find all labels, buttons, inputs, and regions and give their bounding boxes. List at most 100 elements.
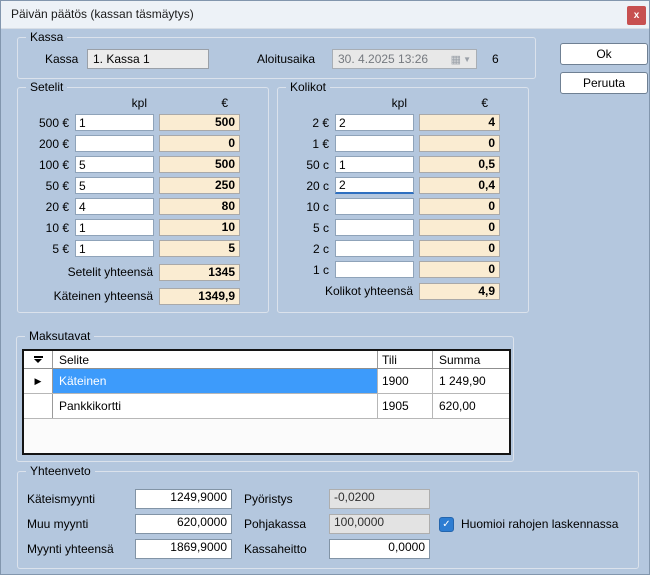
denomination-label: 1 c (282, 263, 335, 277)
huomioi-checkbox[interactable]: ✓ (439, 517, 454, 532)
filter-icon (34, 359, 42, 363)
cell-tili[interactable]: 1905 (378, 394, 433, 418)
window-title: Päivän päätös (kassan täsmäytys) (11, 1, 194, 28)
setelit-body: kpl € 500 € 500 200 € 0 100 € 500 50 € (22, 96, 264, 305)
kolikot-group: Kolikot kpl € 2 € 4 1 € 0 50 c 0,5 (277, 87, 529, 313)
kassa-field: 1. Kassa 1 (87, 49, 209, 69)
denomination-row: 10 c 0 (282, 198, 524, 215)
pohjakassa-label: Pohjakassa (244, 517, 329, 531)
kolikot-total-row: Kolikot yhteensä 4,9 (282, 282, 524, 300)
denomination-label: 5 c (282, 221, 335, 235)
amount-field: 0,5 (419, 156, 500, 173)
column-header-tili[interactable]: Tili (378, 351, 433, 368)
cash-total-row: Käteinen yhteensä 1349,9 (22, 287, 264, 305)
column-header-selite[interactable]: Selite (53, 351, 378, 368)
kolikot-body: kpl € 2 € 4 1 € 0 50 c 0,5 20 c 0,4 (282, 96, 524, 300)
summary-row: Myynti yhteensä 1869,9000 Kassaheitto 0,… (27, 539, 632, 559)
eur-column-header: € (154, 96, 235, 112)
denomination-row: 1 c 0 (282, 261, 524, 278)
row-selector-cell: ▶ (24, 369, 53, 393)
aloitusaika-field: 30. 4.2025 13:26 ▦ ▼ (332, 49, 477, 69)
setelit-total-field: 1345 (159, 264, 240, 281)
denomination-row: 1 € 0 (282, 135, 524, 152)
dialog-window: Päivän päätös (kassan täsmäytys) x Kassa… (0, 0, 650, 575)
amount-field: 0 (419, 135, 500, 152)
count-input-2c[interactable] (335, 240, 414, 257)
denomination-row: 5 € 5 (22, 240, 264, 257)
count-input-50e[interactable] (75, 177, 154, 194)
kassaheitto-label: Kassaheitto (244, 542, 329, 556)
count-input-5e[interactable] (75, 240, 154, 257)
amount-field: 80 (159, 198, 240, 215)
cell-selite[interactable]: Pankkikortti (53, 394, 378, 418)
count-input-100e[interactable] (75, 156, 154, 173)
muu-myynti-field[interactable]: 620,0000 (135, 514, 232, 534)
setelit-total-row: Setelit yhteensä 1345 (22, 263, 264, 281)
amount-field: 500 (159, 114, 240, 131)
denomination-row: 5 c 0 (282, 219, 524, 236)
cell-summa[interactable]: 620,00 (433, 394, 509, 418)
column-header-summa[interactable]: Summa (433, 351, 509, 368)
cell-tili[interactable]: 1900 (378, 369, 433, 393)
denomination-row: 200 € 0 (22, 135, 264, 152)
setelit-group-label: Setelit (26, 80, 67, 95)
amount-field: 0 (419, 219, 500, 236)
eur-column-header: € (414, 96, 495, 112)
count-input-1e[interactable] (335, 135, 414, 152)
table-row[interactable]: ▶ Käteinen 1900 1 249,90 (24, 369, 509, 394)
count-input-20c[interactable] (335, 177, 414, 194)
grid-header-selector[interactable] (24, 351, 53, 368)
denomination-row: 20 c 0,4 (282, 177, 524, 194)
close-icon[interactable]: x (627, 6, 646, 25)
myynti-yhteensa-field[interactable]: 1869,9000 (135, 539, 232, 559)
count-input-50c[interactable] (335, 156, 414, 173)
denomination-label: 2 c (282, 242, 335, 256)
denomination-label: 20 € (22, 200, 75, 214)
ok-button[interactable]: Ok (560, 43, 648, 65)
kassa-label: Kassa (45, 52, 87, 66)
amount-field: 10 (159, 219, 240, 236)
denomination-label: 50 c (282, 158, 335, 172)
amount-field: 0 (419, 198, 500, 215)
cash-total-label: Käteinen yhteensä (22, 289, 159, 303)
amount-field: 0 (419, 240, 500, 257)
denomination-label: 20 c (282, 179, 335, 193)
chevron-down-icon: ▼ (463, 55, 471, 64)
denomination-label: 1 € (282, 137, 335, 151)
kateismyynti-label: Käteismyynti (27, 492, 135, 506)
pyoristys-label: Pyöristys (244, 492, 329, 506)
denomination-row: 10 € 10 (22, 219, 264, 236)
kateismyynti-field[interactable]: 1249,9000 (135, 489, 232, 509)
pyoristys-field: -0,0200 (329, 489, 430, 509)
count-input-1c[interactable] (335, 261, 414, 278)
calendar-icon: ▦ (451, 53, 461, 66)
cancel-button[interactable]: Peruuta (560, 72, 648, 94)
grid-header-row: Selite Tili Summa (24, 351, 509, 369)
kolikot-header: kpl € (282, 96, 524, 112)
row-selector-cell (24, 394, 53, 418)
amount-field: 5 (159, 240, 240, 257)
row-marker-icon: ▶ (35, 376, 42, 387)
denomination-row: 500 € 500 (22, 114, 264, 131)
payment-methods-grid: Selite Tili Summa ▶ Käteinen 1900 1 249,… (22, 349, 511, 455)
table-row[interactable]: Pankkikortti 1905 620,00 (24, 394, 509, 419)
kassa-group: Kassa Kassa 1. Kassa 1 Aloitusaika 30. 4… (17, 37, 536, 79)
denomination-label: 100 € (22, 158, 75, 172)
count-input-2e[interactable] (335, 114, 414, 131)
setelit-group: Setelit kpl € 500 € 500 200 € 0 100 € 50… (17, 87, 269, 313)
count-input-10e[interactable] (75, 219, 154, 236)
denomination-label: 200 € (22, 137, 75, 151)
count-input-5c[interactable] (335, 219, 414, 236)
denomination-label: 2 € (282, 116, 335, 130)
kassaheitto-field[interactable]: 0,0000 (329, 539, 430, 559)
count-input-20e[interactable] (75, 198, 154, 215)
count-input-10c[interactable] (335, 198, 414, 215)
count-input-500e[interactable] (75, 114, 154, 131)
count-input-200e[interactable] (75, 135, 154, 152)
denomination-label: 10 c (282, 200, 335, 214)
denomination-row: 20 € 80 (22, 198, 264, 215)
kolikot-group-label: Kolikot (286, 80, 330, 95)
cell-selite[interactable]: Käteinen (53, 369, 378, 393)
cell-summa[interactable]: 1 249,90 (433, 369, 509, 393)
amount-field: 0 (419, 261, 500, 278)
